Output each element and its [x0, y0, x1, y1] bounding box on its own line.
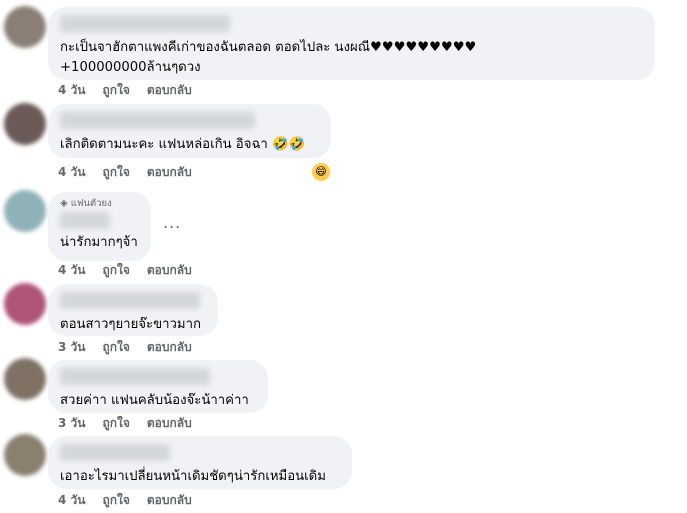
like-button[interactable]: ถูกใจ	[102, 492, 129, 508]
top-fan-badge: ◈ แฟนตัวยง	[60, 198, 139, 210]
comment-bubble: เลิกติดตามนะคะ แฟนหล่อเกิน อิจฉา 🤣🤣	[48, 104, 331, 158]
avatar[interactable]	[4, 283, 46, 325]
comment-actions: 3 วัน ถูกใจ ตอบกลับ	[58, 339, 192, 355]
author-name-blurred[interactable]	[60, 15, 230, 32]
comment-time[interactable]: 4 วัน	[58, 492, 85, 508]
badge-label: แฟนตัวยง	[70, 198, 112, 209]
comment-actions: 4 วัน ถูกใจ ตอบกลับ	[58, 492, 192, 508]
like-button[interactable]: ถูกใจ	[102, 262, 129, 278]
avatar[interactable]	[4, 6, 46, 48]
author-name-blurred[interactable]	[60, 368, 210, 385]
comment-time[interactable]: 4 วัน	[58, 164, 85, 180]
comment-actions: 3 วัน ถูกใจ ตอบกลับ	[58, 415, 192, 431]
comment-actions: 4 วัน ถูกใจ ตอบกลับ	[58, 262, 192, 278]
avatar[interactable]	[4, 358, 46, 400]
comment-text: เอาอะไรมาเปลี่ยนหน้าเดิมชัดๆน่ารักเหมือน…	[60, 469, 326, 484]
diamond-icon: ◈	[60, 198, 68, 209]
like-button[interactable]: ถูกใจ	[102, 339, 129, 355]
comment-bubble: ◈ แฟนตัวยง น่ารักมากๆจ้า	[48, 192, 151, 261]
comment-text: น่ารักมากๆจ้า	[60, 235, 138, 250]
comment-bubble: สวยค่าา แฟนคลับน้องจ๊ะน้าาค่าา	[48, 360, 268, 413]
avatar[interactable]	[4, 434, 46, 476]
author-name-blurred[interactable]	[60, 212, 110, 229]
grinning-face-reaction-icon[interactable]: 😄	[312, 163, 330, 181]
author-name-blurred[interactable]	[60, 444, 170, 461]
comment-bubble: เอาอะไรมาเปลี่ยนหน้าเดิมชัดๆน่ารักเหมือน…	[48, 436, 352, 489]
author-name-blurred[interactable]	[60, 292, 200, 309]
avatar[interactable]	[4, 190, 46, 232]
comment-text: เลิกติดตามนะคะ แฟนหล่อเกิน อิจฉา 🤣🤣	[60, 137, 305, 152]
like-button[interactable]: ถูกใจ	[102, 82, 129, 98]
comment-time[interactable]: 4 วัน	[58, 82, 85, 98]
like-button[interactable]: ถูกใจ	[102, 415, 129, 431]
comment-actions: 4 วัน ถูกใจ ตอบกลับ	[58, 164, 192, 180]
comment-text: สวยค่าา แฟนคลับน้องจ๊ะน้าาค่าา	[60, 393, 249, 408]
comment-time[interactable]: 3 วัน	[58, 415, 85, 431]
reply-button[interactable]: ตอบกลับ	[147, 492, 192, 508]
avatar[interactable]	[4, 103, 46, 145]
comment-text: กะเป็นจาฮักตาแพงคีเก่าของฉันตลอด ตอดไปละ…	[60, 40, 477, 75]
comment-bubble: ตอนสาวๆยายจ๊ะขาวมาก	[48, 284, 218, 336]
comment-time[interactable]: 3 วัน	[58, 339, 85, 355]
reply-button[interactable]: ตอบกลับ	[147, 339, 192, 355]
reply-button[interactable]: ตอบกลับ	[147, 415, 192, 431]
reply-button[interactable]: ตอบกลับ	[147, 164, 192, 180]
reply-button[interactable]: ตอบกลับ	[147, 82, 192, 98]
more-options-icon[interactable]: ...	[163, 213, 181, 232]
comment-actions: 4 วัน ถูกใจ ตอบกลับ	[58, 82, 192, 98]
like-button[interactable]: ถูกใจ	[102, 164, 129, 180]
author-name-blurred[interactable]	[60, 112, 255, 129]
reply-button[interactable]: ตอบกลับ	[147, 262, 192, 278]
comment-time[interactable]: 4 วัน	[58, 262, 85, 278]
comment-text: ตอนสาวๆยายจ๊ะขาวมาก	[60, 317, 202, 332]
comment-bubble: กะเป็นจาฮักตาแพงคีเก่าของฉันตลอด ตอดไปละ…	[48, 7, 655, 80]
